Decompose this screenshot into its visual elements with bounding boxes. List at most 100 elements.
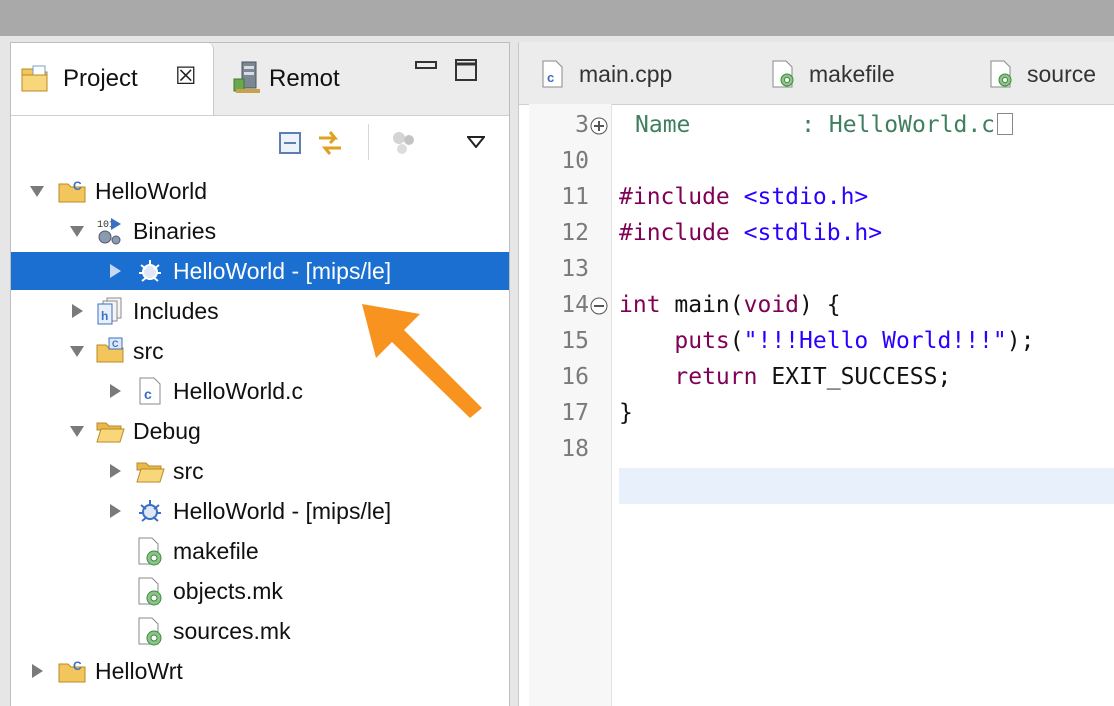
line-number: 13 [561,256,589,282]
c-project-folder-icon: C [58,179,86,203]
code-line[interactable]: 18 [519,432,1114,468]
code-token: <stdlib.h> [743,220,883,246]
minimize-icon[interactable] [415,61,437,75]
source-folder-icon: C [96,337,124,363]
folded-comment-marker[interactable] [997,113,1014,135]
maximize-icon[interactable] [455,59,477,81]
editor-tab-makefile[interactable]: makefile [769,42,949,104]
expand-arrow-icon[interactable] [69,303,85,319]
filter-icon[interactable] [391,130,417,156]
tree-item-label: Debug [133,418,201,444]
link-with-editor-icon[interactable] [315,128,345,158]
make-file-icon [990,60,1012,88]
includes-icon: h [97,297,122,325]
tree-item-label: HelloWrt [95,658,183,684]
current-line-highlight [619,468,1114,504]
expand-arrow-icon[interactable] [29,183,45,199]
line-number: 16 [561,364,589,390]
code-token: Name [635,112,691,138]
collapse-all-icon[interactable] [279,132,301,154]
line-number: 17 [561,400,589,426]
c-project-folder-icon: C [58,659,86,683]
collapse-arrow-icon[interactable] [107,503,123,519]
expand-fold-icon[interactable] [590,117,608,135]
tree-item-objects-mk[interactable]: objects.mk [11,572,509,610]
collapse-arrow-icon[interactable] [107,383,123,399]
c-source-file-icon: c [139,377,161,405]
editor-tab-main-cpp[interactable]: c main.cpp [539,42,729,104]
close-tab-icon[interactable]: ☒ [175,62,197,91]
code-token: return [674,364,758,390]
tree-item-hellowrt-project[interactable]: C HelloWrt [11,652,509,690]
binaries-icon: 101 [97,218,121,245]
toolbar-separator [368,124,369,160]
code-token: ( [729,328,744,354]
tab-project-label: Project [63,65,138,92]
line-number: 15 [561,328,589,354]
tree-item-sources-mk[interactable]: sources.mk [11,612,509,650]
code-line[interactable]: 17 } [519,396,1114,432]
tree-item-helloworld-binary-selected[interactable]: HelloWorld - [mips/le] [11,252,509,290]
svg-text:C: C [73,659,82,673]
tree-item-helloworld-project[interactable]: C HelloWorld [11,172,509,210]
code-token: int [619,292,661,318]
code-line[interactable]: 13 [519,252,1114,288]
code-token: EXIT_SUCCESS; [757,364,952,390]
tab-project[interactable]: Project ☒ [11,43,214,115]
editor-tab-label: source [1027,61,1097,87]
bug-binary-icon [139,260,161,282]
collapse-arrow-icon[interactable] [29,663,45,679]
expand-arrow-icon[interactable] [69,223,85,239]
tab-remote-label: Remot [269,65,340,92]
editor-tab-label: makefile [809,61,895,87]
view-menu-icon[interactable] [467,136,485,148]
expand-arrow-icon[interactable] [69,343,85,359]
tree-item-label: HelloWorld [95,178,208,204]
bug-binary-icon [139,500,161,522]
tree-item-makefile[interactable]: makefile [11,532,509,570]
code-token: main( [660,292,744,318]
code-line[interactable]: 16 return EXIT_SUCCESS; [519,360,1114,396]
line-number: 3 [575,112,589,138]
code-token: #include [619,184,730,210]
line-number: 18 [561,436,589,462]
code-token: "!!!Hello World!!!" [743,328,1007,354]
code-token: void [743,292,800,318]
folder-open-icon [136,462,165,483]
tree-item-debug-src[interactable]: src [11,452,509,490]
code-line[interactable]: 3 Name : HelloWorld.c [519,108,1114,144]
code-line[interactable]: 15 puts("!!!Hello World!!!"); [519,324,1114,360]
tree-item-label: HelloWorld - [mips/le] [173,258,392,284]
view-tab-bar: Project ☒ Remot [11,43,509,116]
collapse-arrow-icon[interactable] [107,263,123,279]
folder-open-icon [96,422,125,443]
svg-text:C: C [73,179,82,193]
editor-tab-sources[interactable]: source [987,42,1114,104]
code-line[interactable]: 10 [519,144,1114,180]
tree-item-label: src [133,338,164,364]
tree-item-label: sources.mk [173,618,291,644]
code-line[interactable]: 12 #include <stdlib.h> [519,216,1114,252]
remote-systems-icon [233,61,260,93]
tab-remote[interactable]: Remot [223,43,373,115]
tree-item-debug-helloworld-binary[interactable]: HelloWorld - [mips/le] [11,492,509,530]
expand-arrow-icon[interactable] [69,423,85,439]
tree-item-binaries[interactable]: 101 Binaries [11,212,509,250]
code-token: puts [674,328,730,354]
svg-text:h: h [101,309,108,323]
code-line[interactable]: 11 #include <stdio.h> [519,180,1114,216]
svg-text:c: c [547,70,554,85]
collapse-fold-icon[interactable] [590,297,608,315]
svg-text:c: c [144,386,152,402]
code-token: <stdio.h> [743,184,869,210]
code-line[interactable]: 14 int main(void) { [519,288,1114,324]
line-number: 14 [561,292,589,318]
collapse-arrow-icon[interactable] [107,463,123,479]
code-token: ); [1006,328,1035,354]
tree-item-label: src [173,458,204,484]
tree-item-label: makefile [173,538,259,564]
line-number: 11 [561,184,589,210]
line-number: 10 [561,148,589,174]
editor-tab-bar: c main.cpp makefile source [519,42,1114,105]
